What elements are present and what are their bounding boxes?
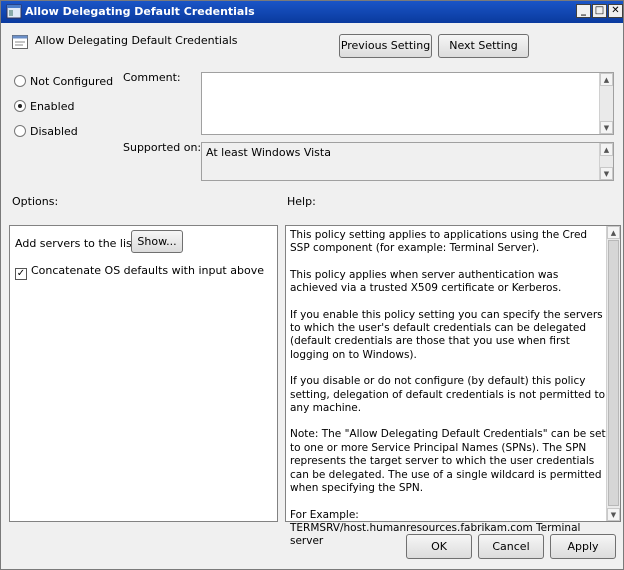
help-text: This policy setting applies to applicati… — [290, 229, 606, 562]
scroll-up-icon[interactable]: ▲ — [600, 143, 613, 156]
help-paragraph: This policy setting applies to applicati… — [290, 229, 588, 255]
options-heading: Options: — [12, 195, 59, 208]
title-bar[interactable]: Allow Delegating Default Credentials _ □… — [1, 1, 623, 23]
scroll-up-icon[interactable]: ▲ — [607, 226, 620, 239]
next-setting-label: Next Setting — [449, 39, 518, 52]
help-paragraph: This policy applies when server authenti… — [290, 268, 562, 295]
supported-scrollbar[interactable]: ▲ ▼ — [599, 143, 613, 180]
concatenate-checkbox[interactable]: ✓ — [15, 268, 27, 280]
concatenate-option[interactable]: ✓ Concatenate OS defaults with input abov… — [15, 264, 264, 280]
cancel-button[interactable]: Cancel — [478, 534, 544, 559]
scroll-thumb[interactable] — [608, 240, 619, 506]
comment-label: Comment: — [123, 71, 181, 84]
supported-on-value: At least Windows Vista — [206, 146, 331, 159]
scroll-down-icon[interactable]: ▼ — [600, 167, 613, 180]
options-panel: Add servers to the list: Show... ✓ Concat… — [9, 225, 278, 522]
help-paragraph: If you enable this policy setting you ca… — [290, 308, 603, 361]
help-panel: This policy setting applies to applicati… — [285, 225, 621, 547]
show-button-label: Show... — [137, 235, 177, 248]
minimize-button[interactable]: _ — [576, 4, 591, 18]
previous-setting-button[interactable]: Previous Setting — [339, 34, 432, 58]
close-button[interactable]: ✕ — [608, 4, 623, 18]
radio-label: Not Configured — [30, 75, 114, 88]
show-servers-button[interactable]: Show... — [131, 230, 183, 253]
apply-button[interactable]: Apply — [550, 534, 616, 559]
radio-dot[interactable] — [14, 75, 26, 87]
comment-scrollbar[interactable]: ▲ ▼ — [599, 73, 613, 134]
add-servers-label: Add servers to the list: — [15, 237, 140, 250]
scroll-up-icon[interactable]: ▲ — [600, 73, 613, 86]
scroll-down-icon[interactable]: ▼ — [607, 508, 620, 521]
radio-enabled[interactable]: Enabled — [14, 100, 114, 113]
supported-on-field: At least Windows Vista ▲ ▼ — [201, 142, 614, 181]
radio-dot[interactable] — [14, 100, 26, 112]
radio-label: Enabled — [30, 100, 75, 113]
policy-name: Allow Delegating Default Credentials — [35, 34, 238, 47]
supported-on-label: Supported on: — [123, 141, 202, 154]
policy-dialog: Allow Delegating Default Credentials _ □… — [0, 0, 624, 570]
policy-setting-icon — [12, 35, 28, 49]
next-setting-button[interactable]: Next Setting — [438, 34, 529, 58]
cancel-label: Cancel — [492, 540, 530, 553]
help-heading: Help: — [287, 195, 316, 208]
help-paragraph: If you disable or do not configure (by d… — [290, 375, 606, 415]
window-title: Allow Delegating Default Credentials — [25, 5, 255, 18]
radio-disabled[interactable]: Disabled — [14, 125, 114, 138]
help-scrollbar[interactable]: ▲ ▼ — [606, 226, 620, 521]
concatenate-label: Concatenate OS defaults with input above — [31, 264, 264, 277]
apply-label: Apply — [567, 540, 599, 553]
previous-setting-label: Previous Setting — [340, 39, 431, 52]
scroll-down-icon[interactable]: ▼ — [600, 121, 613, 134]
radio-not-configured[interactable]: Not Configured — [14, 75, 114, 88]
radio-label: Disabled — [30, 125, 78, 138]
policy-app-icon — [6, 4, 22, 19]
ok-button[interactable]: OK — [406, 534, 472, 559]
comment-field[interactable]: ▲ ▼ — [201, 72, 614, 135]
radio-dot[interactable] — [14, 125, 26, 137]
maximize-button[interactable]: □ — [592, 4, 607, 18]
ok-label: OK — [431, 540, 447, 553]
help-paragraph: Note: The "Allow Delegating Default Cred… — [290, 428, 606, 495]
